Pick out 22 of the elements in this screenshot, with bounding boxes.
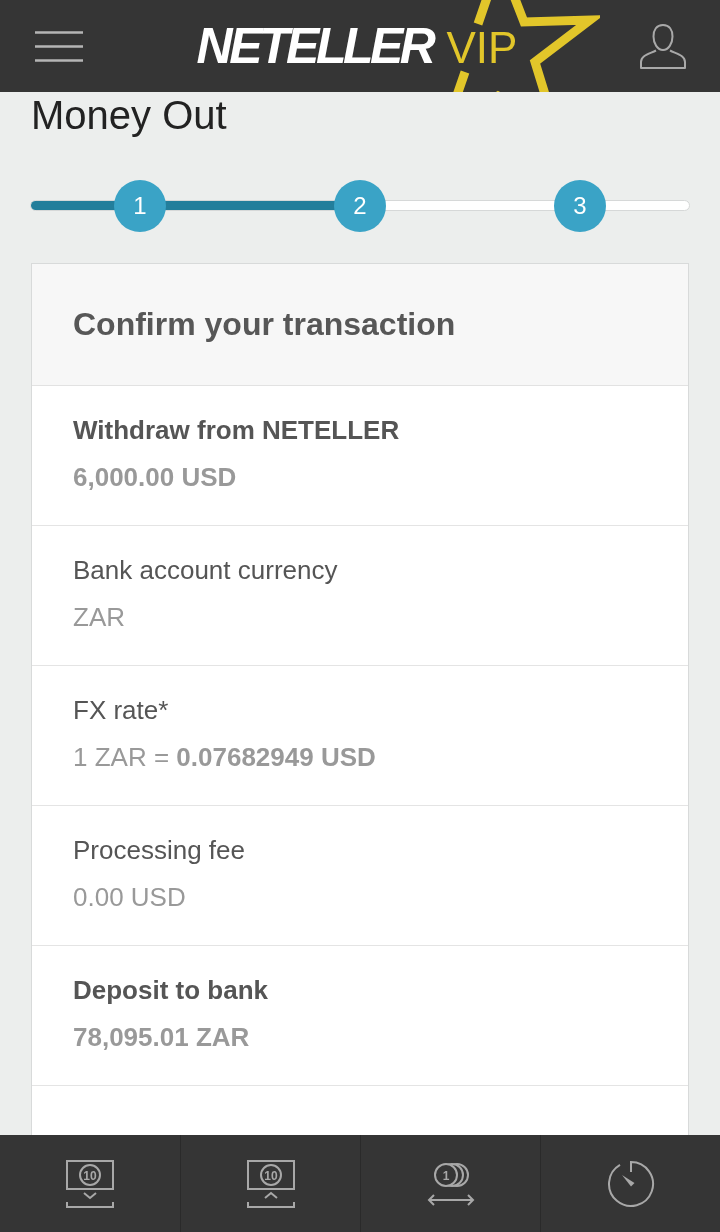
detail-label: Bank account currency: [73, 554, 339, 586]
card-title: Confirm your transaction: [73, 306, 456, 343]
detail-label: Withdraw from NETELLER: [73, 414, 401, 446]
step-circle: 3: [554, 180, 606, 232]
stopwatch-icon: [606, 1159, 655, 1208]
menu-icon: [35, 30, 83, 62]
profile-button[interactable]: [639, 23, 687, 69]
vip-logo-text: VIP: [446, 26, 518, 70]
detail-value: 1 ZAR = 0.07682949 USD: [73, 741, 377, 773]
page-title: Money Out: [30, 92, 228, 138]
detail-value: 78,095.01 ZAR: [73, 1021, 251, 1053]
brand-logo-text: NETELLER: [196, 21, 433, 71]
detail-value: 0.00 USD: [73, 881, 187, 913]
detail-label: Processing fee: [73, 834, 246, 866]
detail-label: FX rate*: [73, 694, 170, 726]
step-circle: 2: [334, 180, 386, 232]
detail-label: Deposit to bank: [73, 974, 269, 1006]
detail-value: 6,000.00 USD: [73, 461, 238, 493]
detail-value: ZAR: [73, 601, 126, 633]
step-circle: 1: [114, 180, 166, 232]
menu-button[interactable]: [35, 30, 83, 62]
user-icon: [639, 23, 687, 69]
